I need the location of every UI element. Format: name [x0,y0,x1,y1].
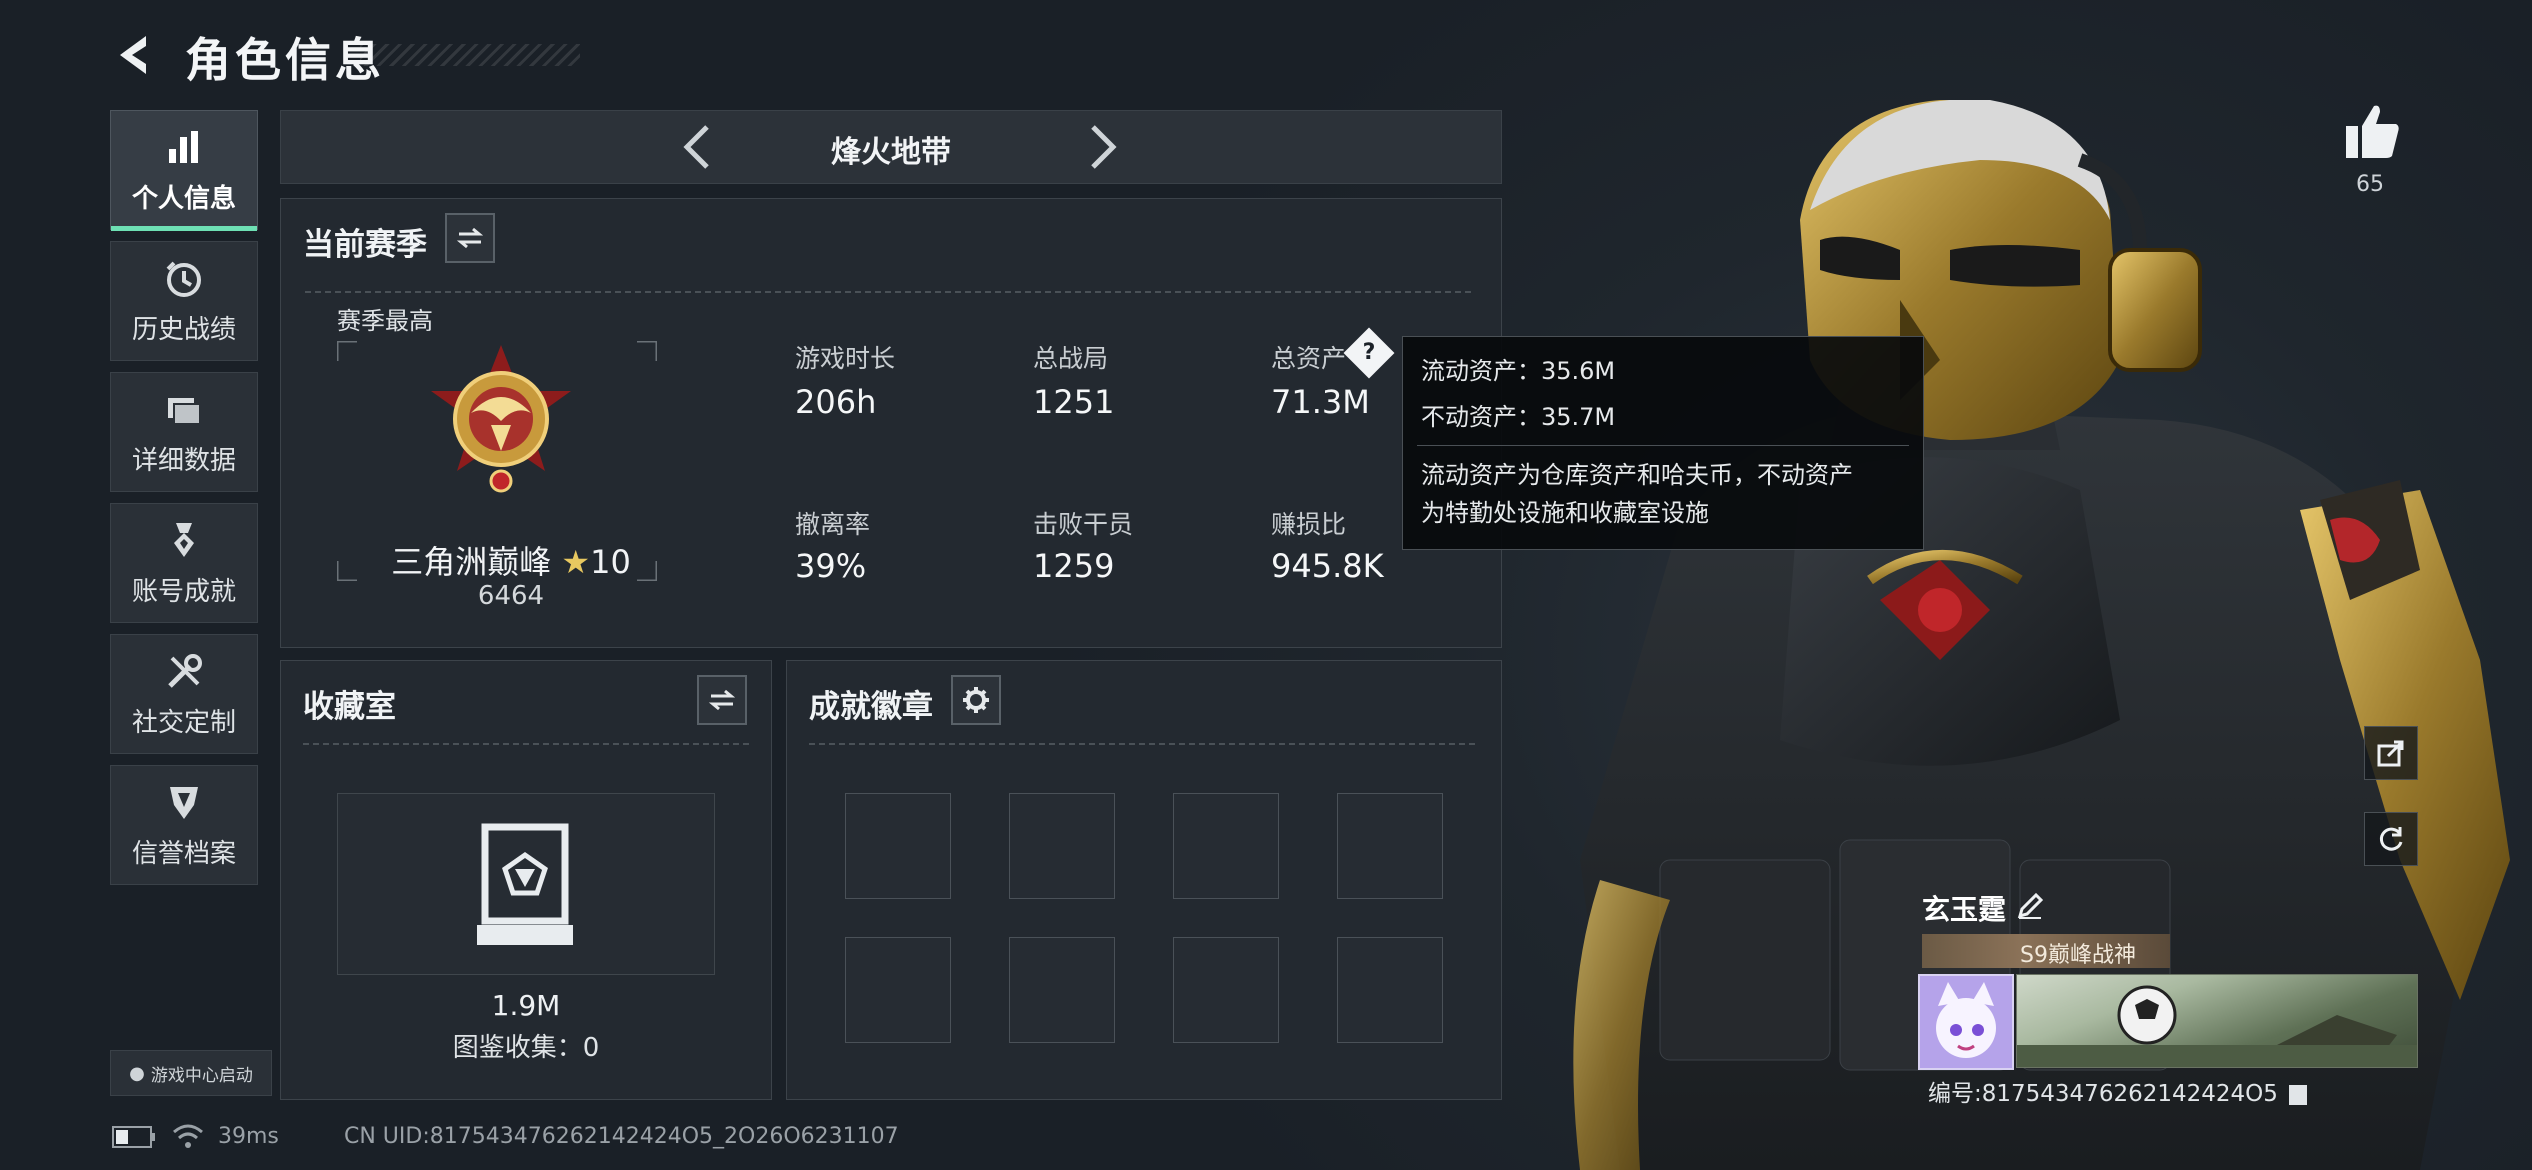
thumbs-up-icon[interactable] [2340,100,2404,164]
display-case-icon [477,823,573,945]
sidebar-item-label: 历史战绩 [131,314,236,345]
achievement-medal-icon [162,519,206,563]
stat-value: 71.3M [1271,383,1370,421]
sidebar-item-label: 信誉档案 [131,838,236,869]
badge-slot[interactable] [1009,793,1115,899]
rank-emblem-icon [431,345,571,493]
copy-icon[interactable] [2289,1084,2308,1105]
share-button[interactable] [2364,726,2418,780]
tooltip-fixed-assets: 不动资产：35.7M [1421,403,1616,431]
rank-name-row: 三角洲巅峰 ★10 [361,537,661,583]
stat-label: 总战局 [1033,344,1109,373]
stat-label: 撤离率 [795,510,871,539]
title-decoration [360,44,580,66]
rank-name: 三角洲巅峰 [391,543,552,581]
assets-tooltip: 流动资产：35.6M 不动资产：35.7M 流动资产为仓库资产和哈夫币，不动资产… [1402,336,1924,550]
sidebar-item-detailed-data[interactable]: 详细数据 [110,372,258,492]
gear-icon [963,687,989,713]
sidebar-item-label: 账号成就 [131,576,236,607]
swap-icon [456,227,484,249]
badge-slot[interactable] [1337,793,1443,899]
sidebar-item-social[interactable]: 社交定制 [110,634,258,754]
tooltip-description-2: 为特勤处设施和收藏室设施 [1421,499,1709,527]
rank-score: 6464 [477,581,545,611]
history-clock-icon [162,257,206,301]
uid-text: CN UID:817543476262142424O5_2O26O6231107 [344,1124,899,1149]
sidebar-item-label: 详细数据 [131,445,236,476]
badge-slot[interactable] [845,793,951,899]
qq-icon: ● [129,1062,145,1084]
player-id: 编号:817543476262142424O5 [1928,1074,2308,1108]
sidebar-item-label: 个人信息 [131,183,236,214]
player-title: S9巅峰战神 [2020,943,2136,968]
ping: 39ms [218,1124,279,1149]
player-name: 玄玉霆 [1922,893,2007,926]
collection-room-panel[interactable]: 收藏室 1.9M 图鉴收集：0 [280,660,772,1100]
badge-settings-button[interactable] [951,675,1001,725]
stat-value: 1259 [1033,547,1115,585]
profile-banner[interactable] [2016,974,2418,1068]
season-switch-button[interactable] [445,213,495,263]
bar-chart-icon [162,126,206,170]
stat-label: 击败干员 [1033,510,1134,539]
tools-icon [162,650,206,694]
battery-icon [112,1126,155,1148]
page-title: 角色信息 [185,33,385,87]
sidebar-item-label: 社交定制 [131,707,236,738]
collection-catalog: 图鉴收集：0 [452,1033,600,1063]
badge-slot[interactable] [845,937,951,1043]
collection-title: 收藏室 [303,689,396,725]
divider [809,743,1479,745]
rotate-button[interactable] [2364,812,2418,866]
player-id-text: 编号:817543476262142424O5 [1928,1081,2278,1107]
swap-icon [708,689,736,711]
sidebar-item-achievements[interactable]: 账号成就 [110,503,258,623]
stat-value: 945.8K [1271,547,1384,585]
tooltip-description-1: 流动资产为仓库资产和哈夫币，不动资产 [1421,461,1853,489]
avatar-image [1920,976,2012,1068]
current-season-panel: 当前赛季 赛季最高 三角洲巅峰 ★10 6464 游戏时长 206h 总战局 1… [280,198,1502,648]
stat-value: 1251 [1033,383,1115,421]
stat-label: 赚损比 [1271,510,1347,539]
sidebar-item-history[interactable]: 历史战绩 [110,241,258,361]
next-mode-arrow-icon[interactable] [1073,119,1129,175]
sidebar-item-personal-info[interactable]: 个人信息 [110,110,258,231]
back-arrow-icon[interactable] [110,30,160,80]
stat-value: 39% [795,547,867,585]
star-icon: ★ [561,543,591,581]
like-count: 65 [2356,172,2384,197]
tooltip-divider [1417,445,1909,446]
edit-pencil-icon[interactable] [2016,892,2044,920]
wifi-icon [173,1124,203,1148]
badges-title: 成就徽章 [809,689,933,725]
game-center-launch-tag: ● 游戏中心启动 [110,1050,272,1096]
season-best-label: 赛季最高 [337,307,433,335]
help-icon-glyph: ? [1362,340,1376,365]
divider [305,291,1475,293]
collection-switch-button[interactable] [697,675,747,725]
avatar[interactable] [1918,974,2014,1070]
stat-value: 206h [795,383,877,421]
share-icon [2377,740,2404,767]
stat-label: 总资产 [1271,344,1347,373]
badge-slot[interactable] [1173,793,1279,899]
rank-stars: 10 [590,543,631,581]
badge-slot[interactable] [1173,937,1279,1043]
achievement-badges-panel: 成就徽章 [786,660,1502,1100]
refresh-icon [2379,827,2403,851]
mode-selector: 烽火地带 [280,110,1502,184]
season-title: 当前赛季 [303,227,427,263]
badge-slot[interactable] [1337,937,1443,1043]
folder-icon [162,388,206,432]
launch-label: 游戏中心启动 [150,1065,253,1086]
sidebar-item-reputation[interactable]: 信誉档案 [110,765,258,885]
divider [303,743,749,745]
banner-image [2017,985,2417,1067]
stat-label: 游戏时长 [795,344,896,373]
mode-name: 烽火地带 [831,135,951,170]
tooltip-liquid-assets: 流动资产：35.6M [1421,357,1616,385]
shield-emblem-icon [162,781,206,825]
collection-value: 1.9M [491,989,561,1022]
badge-slot[interactable] [1009,937,1115,1043]
